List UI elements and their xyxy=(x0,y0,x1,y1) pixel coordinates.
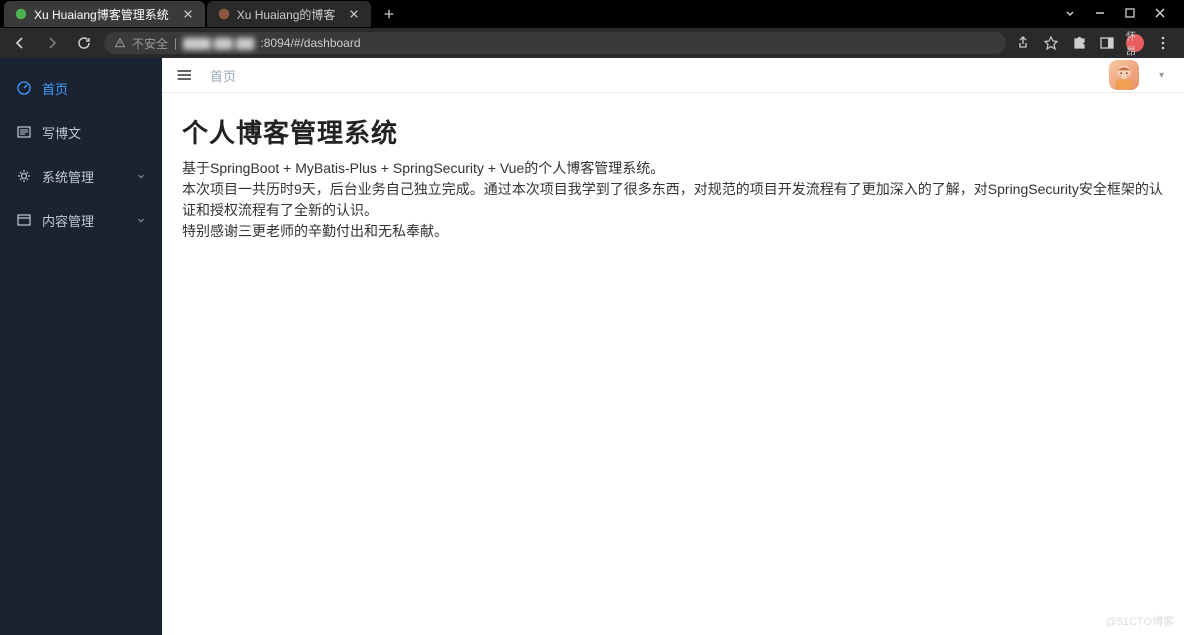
sidebar-item-label: 系统管理 xyxy=(42,167,94,186)
chevron-down-icon[interactable] xyxy=(1062,7,1078,22)
close-window-icon[interactable] xyxy=(1152,7,1168,22)
sidebar-item-label: 写博文 xyxy=(42,123,81,142)
sidebar-item-label: 内容管理 xyxy=(42,211,94,230)
maximize-icon[interactable] xyxy=(1122,7,1138,22)
extension-icons: 怀昂 xyxy=(1014,34,1176,52)
address-bar[interactable]: 不安全 | ▇▇▇.▇▇.▇▇ :8094/#/dashboard xyxy=(104,32,1006,54)
topbar: 首页 ▾ xyxy=(162,58,1184,93)
user-badge[interactable]: 怀昂 xyxy=(1126,34,1144,52)
puzzle-icon[interactable] xyxy=(1070,34,1088,52)
content-line: 基于SpringBoot + MyBatis-Plus + SpringSecu… xyxy=(182,158,1164,179)
tab-favicon-icon xyxy=(14,7,28,21)
content-line: 特别感谢三更老师的辛勤付出和无私奉献。 xyxy=(182,221,1164,242)
sidebar-item-content[interactable]: 内容管理 xyxy=(0,198,162,242)
hamburger-icon[interactable] xyxy=(176,66,194,84)
new-tab-button[interactable] xyxy=(377,2,401,26)
menu-icon[interactable] xyxy=(1154,34,1172,52)
chevron-down-icon xyxy=(136,213,146,228)
content-area: 个人博客管理系统 基于SpringBoot + MyBatis-Plus + S… xyxy=(162,93,1184,262)
chevron-down-icon xyxy=(136,169,146,184)
gear-icon xyxy=(16,168,32,184)
window-controls xyxy=(1062,7,1180,22)
breadcrumb: 首页 xyxy=(210,66,236,85)
sidebar-item-write[interactable]: 写博文 xyxy=(0,110,162,154)
share-icon[interactable] xyxy=(1014,34,1032,52)
chevron-down-icon[interactable]: ▾ xyxy=(1159,70,1164,81)
edit-icon xyxy=(16,124,32,140)
tab-2[interactable]: Xu Huaiang的博客 xyxy=(207,1,372,27)
sidebar-item-system[interactable]: 系统管理 xyxy=(0,154,162,198)
avatar[interactable] xyxy=(1109,60,1139,90)
address-host: ▇▇▇.▇▇.▇▇ xyxy=(183,36,254,50)
content-line: 本次项目一共历时9天，后台业务自己独立完成。通过本次项目我学到了很多东西，对规范… xyxy=(182,179,1164,221)
warning-icon xyxy=(114,37,126,49)
minimize-icon[interactable] xyxy=(1092,7,1108,22)
star-icon[interactable] xyxy=(1042,34,1060,52)
tab-title: Xu Huaiang博客管理系统 xyxy=(34,6,169,23)
tab-1[interactable]: Xu Huaiang博客管理系统 xyxy=(4,1,205,27)
content-icon xyxy=(16,212,32,228)
tab-bar: Xu Huaiang博客管理系统 Xu Huaiang的博客 xyxy=(0,0,1184,28)
nav-bar: 不安全 | ▇▇▇.▇▇.▇▇ :8094/#/dashboard 怀昂 xyxy=(0,28,1184,58)
sidebar: 首页 写博文 系统管理 内容管理 xyxy=(0,58,162,635)
sidebar-item-home[interactable]: 首页 xyxy=(0,66,162,110)
close-icon[interactable] xyxy=(347,7,361,21)
tab-favicon-icon xyxy=(217,7,231,21)
page-title: 个人博客管理系统 xyxy=(182,113,1164,150)
back-button[interactable] xyxy=(8,31,32,55)
dashboard-icon xyxy=(16,80,32,96)
tab-title: Xu Huaiang的博客 xyxy=(237,6,336,23)
sidebar-item-label: 首页 xyxy=(42,79,68,98)
security-label: 不安全 xyxy=(132,35,168,52)
close-icon[interactable] xyxy=(181,7,195,21)
forward-button[interactable] xyxy=(40,31,64,55)
reload-button[interactable] xyxy=(72,31,96,55)
panel-icon[interactable] xyxy=(1098,34,1116,52)
watermark: @51CTO博客 xyxy=(1106,613,1174,629)
address-path: :8094/#/dashboard xyxy=(260,36,360,50)
